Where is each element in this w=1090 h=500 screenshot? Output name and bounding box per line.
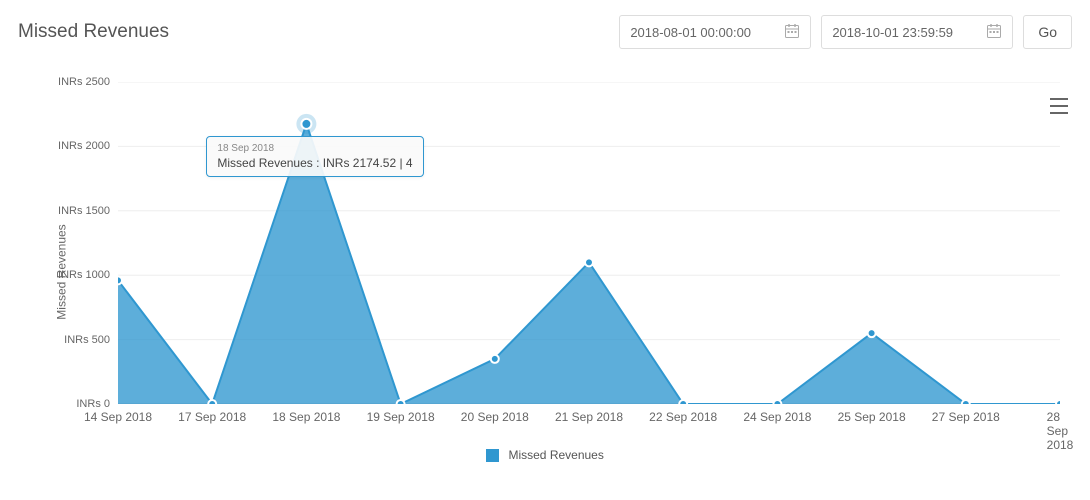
missed-revenues-chart: Missed Revenues INRs 0 INRs 500 INRs 1000 I… <box>18 82 1072 462</box>
calendar-icon <box>986 23 1002 42</box>
y-tick-label: INRs 0 <box>76 398 118 410</box>
legend-swatch <box>486 449 499 462</box>
calendar-icon <box>784 23 800 42</box>
date-from-value: 2018-08-01 00:00:00 <box>630 25 751 40</box>
x-tick-label: 14 Sep 2018 <box>84 410 152 424</box>
y-tick-label: INRs 2500 <box>58 76 118 88</box>
x-tick-label: 17 Sep 2018 <box>178 410 246 424</box>
chart-tooltip: 18 Sep 2018 Missed Revenues : INRs 2174.5… <box>206 136 423 177</box>
x-tick-label: 18 Sep 2018 <box>272 410 340 424</box>
x-tick-label: 21 Sep 2018 <box>555 410 623 424</box>
chart-legend: Missed Revenues <box>18 448 1072 462</box>
x-tick-label: 27 Sep 2018 <box>932 410 1000 424</box>
y-tick-label: INRs 2000 <box>58 140 118 152</box>
date-range-controls: 2018-08-01 00:00:00 2018-10-01 23:59:59 … <box>619 15 1072 49</box>
go-button[interactable]: Go <box>1023 15 1072 49</box>
date-from-input[interactable]: 2018-08-01 00:00:00 <box>619 15 811 49</box>
x-tick-label: 25 Sep 2018 <box>838 410 906 424</box>
tooltip-date: 18 Sep 2018 <box>217 143 412 154</box>
tooltip-value: Missed Revenues : INRs 2174.52 | 4 <box>217 156 412 170</box>
legend-label: Missed Revenues <box>508 448 603 462</box>
x-tick-label: 19 Sep 2018 <box>367 410 435 424</box>
page-title: Missed Revenues <box>18 21 169 43</box>
x-tick-label: 22 Sep 2018 <box>649 410 717 424</box>
date-to-input[interactable]: 2018-10-01 23:59:59 <box>821 15 1013 49</box>
x-tick-label: 20 Sep 2018 <box>461 410 529 424</box>
y-tick-label: INRs 500 <box>64 334 118 346</box>
y-tick-label: INRs 1000 <box>58 269 118 281</box>
x-tick-label: 24 Sep 2018 <box>743 410 811 424</box>
y-tick-label: INRs 1500 <box>58 205 118 217</box>
date-to-value: 2018-10-01 23:59:59 <box>832 25 953 40</box>
x-tick-label: 28 Sep 2018 <box>1047 410 1074 452</box>
